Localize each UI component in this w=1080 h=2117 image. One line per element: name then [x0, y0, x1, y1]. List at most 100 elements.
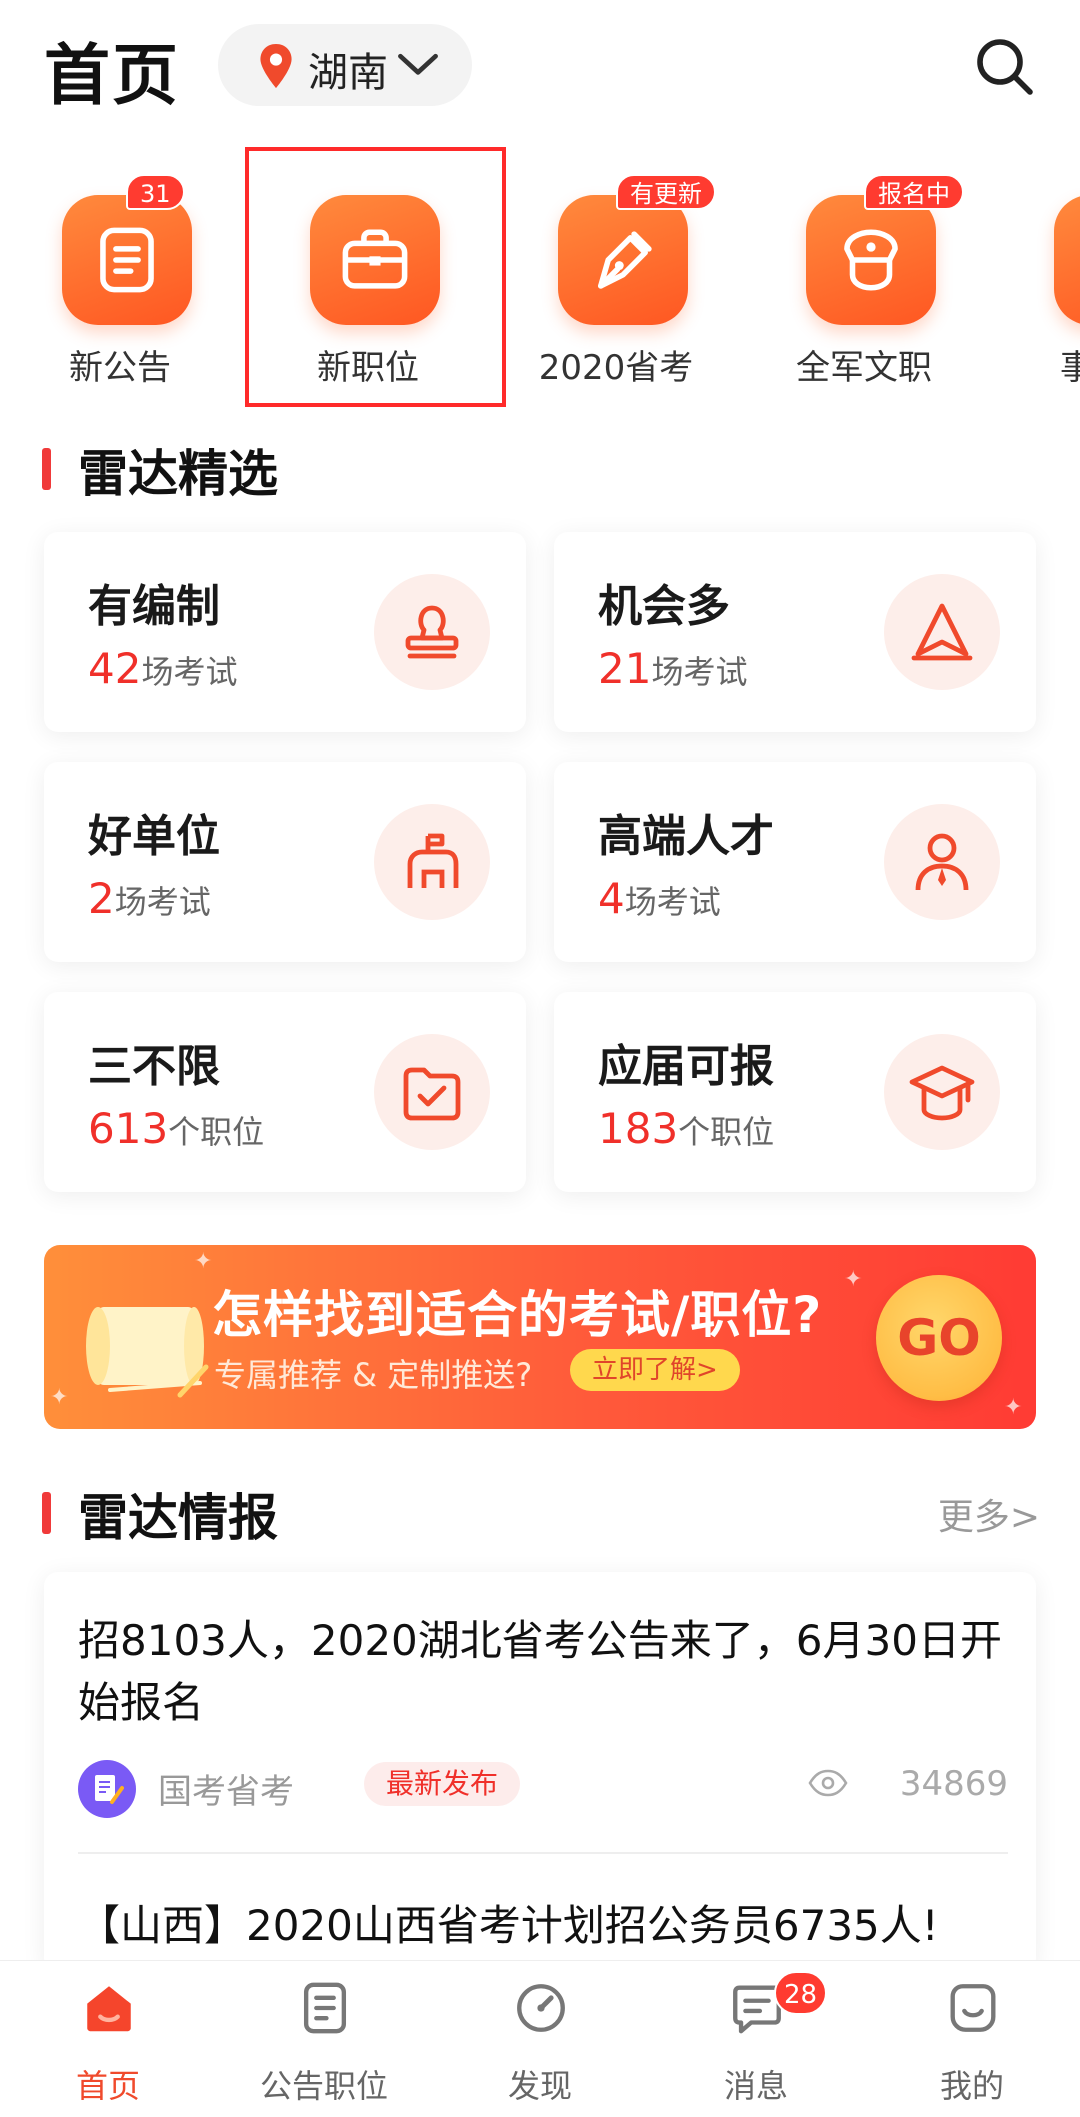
learn-more-button[interactable]: 立即了解> [570, 1349, 740, 1391]
card-subtitle: 613个职位 [88, 1104, 264, 1153]
card-icon-bg [884, 804, 1000, 920]
radar-card-no-restrictions[interactable]: 三不限 613个职位 [44, 992, 526, 1192]
news-tag: 最新发布 [364, 1762, 521, 1806]
radar-card-many-chances[interactable]: 机会多 21场考试 [554, 532, 1036, 732]
pen-nib-icon [598, 231, 652, 289]
news-item-title[interactable]: 【山西】2020山西省考计划招公务员6735人! [78, 1892, 1018, 1953]
quick-item-new-announcement[interactable]: 31 新公告 [30, 140, 210, 400]
document-list-icon [303, 1982, 347, 2034]
radar-card-staffed[interactable]: 有编制 42场考试 [44, 532, 526, 732]
sparkle-icon: ✦ [194, 1249, 213, 1274]
card-subtitle: 183个职位 [598, 1104, 774, 1153]
badge-registering: 报名中 [864, 174, 964, 210]
selection-highlight-box [245, 147, 506, 407]
quick-icon-bg [806, 195, 936, 325]
radar-card-graduates-eligible[interactable]: 应届可报 183个职位 [554, 992, 1036, 1192]
sparkle-icon: ✦ [50, 1385, 69, 1410]
radar-card-good-employer[interactable]: 好单位 2场考试 [44, 762, 526, 962]
military-cap-icon [844, 229, 898, 291]
section-header-radar-select: 雷达精选 [0, 432, 1080, 503]
sparkle-icon: ✦ [844, 1267, 863, 1292]
more-link[interactable]: 更多> [938, 1488, 1040, 1540]
card-title: 应届可报 [598, 1041, 774, 1092]
go-label: GO [897, 1309, 981, 1367]
tab-discover[interactable]: 发现 [432, 1961, 648, 2117]
tab-profile[interactable]: 我的 [864, 1961, 1080, 2117]
quick-entry-row: 31 新公告 新职位 有更新 2020省考 报名中 全军文职 事 [0, 140, 1080, 410]
quick-item-provincial-exam[interactable]: 有更新 2020省考 [526, 140, 716, 400]
location-selector[interactable]: 湖南 [218, 24, 472, 106]
section-accent-bar [42, 1492, 51, 1534]
news-item-title[interactable]: 招8103人，2020湖北省考公告来了，6月30日开始报名 [78, 1610, 1008, 1734]
location-label: 湖南 [308, 50, 388, 96]
tab-label: 发现 [507, 2067, 572, 2105]
radar-card-high-end-talent[interactable]: 高端人才 4场考试 [554, 762, 1036, 962]
card-subtitle: 4场考试 [598, 874, 721, 923]
tab-messages[interactable]: 28 消息 [648, 1961, 864, 2117]
divider [78, 1852, 1008, 1854]
quick-label: 事业 [1060, 348, 1080, 388]
card-subtitle: 21场考试 [598, 644, 747, 693]
location-pin-icon [260, 44, 292, 88]
compass-icon [517, 1984, 565, 2032]
document-icon [100, 227, 154, 293]
card-title: 三不限 [88, 1041, 220, 1092]
section-accent-bar [42, 448, 51, 490]
quick-icon-bg [1054, 195, 1080, 325]
card-count: 4 [598, 874, 625, 923]
eye-icon [808, 1769, 848, 1797]
tab-home[interactable]: 首页 [0, 1961, 216, 2117]
card-icon-bg [374, 804, 490, 920]
note-pencil-icon [95, 1775, 124, 1804]
card-unit: 场考试 [651, 653, 748, 691]
news-list: 招8103人，2020湖北省考公告来了，6月30日开始报名 国考省考 最新发布 … [44, 1572, 1036, 1972]
search-icon[interactable] [972, 34, 1036, 98]
banner-title: 怎样找到适合的考试/职位? [212, 1286, 823, 1344]
go-button[interactable]: GO [876, 1275, 1002, 1401]
card-count: 21 [598, 644, 652, 693]
sparkle-icon: ✦ [1004, 1395, 1023, 1420]
unread-badge: 28 [774, 1971, 828, 2015]
quick-icon-bg [558, 195, 688, 325]
card-count: 183 [598, 1104, 679, 1153]
card-unit: 场考试 [114, 883, 211, 921]
smiley-icon [950, 1984, 996, 2032]
view-count: 34869 [899, 1764, 1008, 1804]
quick-item-military-civilian[interactable]: 报名中 全军文职 [774, 140, 964, 400]
card-icon-bg [374, 574, 490, 690]
quick-item-institution[interactable]: 事业 [1022, 140, 1080, 400]
card-title: 高端人才 [598, 811, 774, 862]
card-count: 42 [88, 644, 142, 693]
quick-label: 2020省考 [538, 348, 694, 388]
news-item-meta: 国考省考 最新发布 34869 [78, 1758, 1008, 1822]
tab-label: 首页 [75, 2067, 140, 2105]
page-title: 首页 [44, 37, 180, 114]
badge-updated: 有更新 [616, 174, 716, 210]
stamp-icon [405, 605, 459, 659]
recommendation-banner[interactable]: ✦ ✦ ✦ ✦ 怎样找到适合的考试/职位? 专属推荐 & 定制推送? 立即了解>… [44, 1245, 1036, 1429]
tab-label: 公告职位 [259, 2067, 388, 2105]
card-count: 613 [88, 1104, 169, 1153]
card-count: 2 [88, 874, 115, 923]
tab-announcements-positions[interactable]: 公告职位 [216, 1961, 432, 2117]
quick-icon-bg [62, 195, 192, 325]
card-title: 机会多 [598, 581, 730, 632]
card-icon-bg [884, 574, 1000, 690]
quick-label: 全军文职 [796, 348, 932, 388]
card-unit: 场考试 [624, 883, 721, 921]
card-icon-bg [374, 1034, 490, 1150]
header: 首页 湖南 [0, 0, 1080, 140]
tab-label: 消息 [723, 2067, 788, 2105]
card-icon-bg [884, 1034, 1000, 1150]
tab-label: 我的 [939, 2067, 1004, 2105]
person-tie-icon [915, 833, 969, 891]
card-title: 有编制 [88, 581, 220, 632]
folder-check-icon [403, 1067, 461, 1121]
mailbox-icon [407, 833, 459, 888]
chevron-down-icon [398, 53, 438, 75]
scroll-paper-icon [86, 1307, 209, 1398]
card-subtitle: 42场考试 [88, 644, 237, 693]
card-unit: 场考试 [141, 653, 238, 691]
section-header-radar-news: 雷达情报 更多> [0, 1476, 1080, 1547]
bottom-tab-bar: 首页 公告职位 发现 28 消息 我的 [0, 1960, 1080, 2117]
